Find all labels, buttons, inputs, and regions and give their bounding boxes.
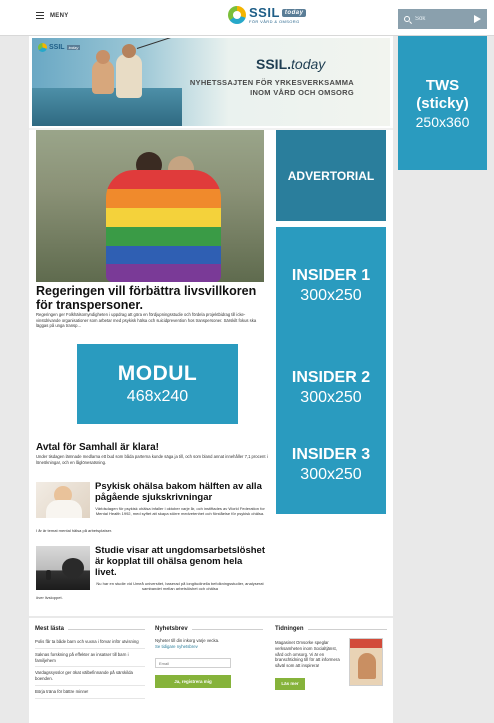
hero-person-adult	[116, 44, 142, 98]
article-4-extra: över livsloppet.	[36, 595, 63, 600]
logo-subtitle: FÖR VÅRD & OMSORG	[249, 19, 300, 24]
article-4-thumbnail[interactable]	[36, 546, 90, 590]
most-read-title: Mest lästa	[35, 626, 65, 632]
insider-1-title: INSIDER 1	[291, 266, 371, 284]
most-read-item[interactable]: Vardagssysslor ger ökat välbefinnande på…	[35, 667, 145, 686]
logo-name: SSIL	[249, 5, 280, 20]
hamburger-icon	[36, 12, 44, 20]
most-read-column: Mest lästa Polis får ta både barn och vu…	[35, 626, 145, 699]
magazine-heading: Tidningen	[275, 626, 387, 632]
article-3-extra: I år är temat mental hälsa på arbetsplat…	[36, 528, 113, 533]
most-read-item[interactable]: Saknas forskning på effekter av insatser…	[35, 649, 145, 668]
logo-ball-icon	[228, 6, 246, 24]
insider-3-size: 300x250	[300, 466, 362, 483]
main-article-headline[interactable]: Regeringen vill förbättra livsvillkoren …	[36, 284, 268, 313]
article-2-lead: Under tisdagen lämnade medlarna ett bud …	[36, 454, 268, 465]
newsletter-heading: Nyhetsbrev	[155, 626, 263, 632]
search-bar	[398, 9, 487, 29]
most-read-heading: Mest lästa	[35, 626, 145, 632]
tws-size: 250x360	[415, 113, 470, 130]
most-read-list: Polis får ta både barn och vuxna i förva…	[35, 636, 145, 699]
article-4-title[interactable]: Studie visar att ungdomsarbetslöshet är …	[95, 545, 265, 579]
insider-1-size: 300x250	[300, 286, 362, 304]
search-submit-icon[interactable]	[474, 15, 481, 23]
hero-mini-logo: SSIL today	[38, 43, 81, 52]
search-input[interactable]	[415, 16, 469, 22]
advertorial-ad[interactable]: ADVERTORIAL	[276, 130, 386, 221]
heading-rule	[307, 628, 387, 630]
newsletter-archive-link[interactable]: Se tidigare nyhetsbrev	[155, 644, 263, 649]
main-article-lead: Regeringen ger Folkhälsomyndigheten i up…	[36, 312, 257, 329]
tws-line-2: (sticky)	[416, 94, 469, 112]
article-2-title[interactable]: Avtal för Samhall är klara!	[36, 442, 268, 453]
hero-banner[interactable]: SSIL today SSIL.today NYHETSSAJTEN FÖR Y…	[32, 38, 390, 126]
menu-button[interactable]: MENY	[36, 12, 69, 20]
modul-ad-title: MODUL	[117, 362, 198, 385]
magazine-text: Magasinet Omsorke speglar verksamheten i…	[275, 640, 340, 669]
tws-sticky-ad[interactable]: TWS (sticky) 250x360	[398, 36, 487, 170]
top-bar: MENY SSIL today FÖR VÅRD & OMSORG	[0, 0, 494, 36]
magazine-read-more-button[interactable]: Läs mer	[275, 678, 305, 690]
newsletter-email-field[interactable]	[155, 658, 231, 669]
search-icon	[404, 16, 410, 22]
insider-1-ad[interactable]: INSIDER 1 300x250	[276, 227, 386, 344]
most-read-item[interactable]: Börja träna för bättre minne!	[35, 686, 145, 699]
hero-tagline: NYHETSSAJTEN FÖR YRKESVERKSAMMA INOM VÅR…	[189, 78, 354, 97]
advertorial-label: ADVERTORIAL	[287, 168, 375, 183]
newsletter-column: Nyhetsbrev Nyheter till din inkorg varje…	[155, 626, 263, 688]
tws-line-1: TWS	[425, 76, 460, 94]
article-3-thumbnail[interactable]	[36, 482, 90, 518]
article-4-lead: Nu har en studie vid Umeå universitet, b…	[96, 581, 264, 592]
rainbow-flag	[106, 170, 221, 282]
insider-3-title: INSIDER 3	[291, 446, 371, 463]
main-article-photo[interactable]	[36, 130, 264, 282]
heading-rule	[68, 628, 145, 630]
insider-2-title: INSIDER 2	[291, 369, 371, 386]
menu-label: MENY	[50, 12, 69, 19]
article-3-title[interactable]: Psykisk ohälsa bakom hälften av alla påg…	[95, 481, 265, 504]
hero-mini-logo-name: SSIL	[49, 44, 65, 51]
hero-logo-ball-icon	[38, 43, 47, 52]
footer-widgets: Mest lästa Polis får ta både barn och vu…	[29, 616, 393, 723]
hero-brand-italic: today	[291, 56, 326, 72]
insider-3-ad[interactable]: INSIDER 3 300x250	[276, 416, 386, 514]
modul-ad-size: 468x240	[126, 388, 189, 405]
site-logo[interactable]: SSIL today FÖR VÅRD & OMSORG	[228, 5, 307, 24]
most-read-item[interactable]: Polis får ta både barn och vuxna i förva…	[35, 636, 145, 649]
magazine-cover-image[interactable]	[349, 638, 383, 686]
article-3-lead: Världsdagen för psykisk ohälsa infaller …	[95, 506, 265, 517]
newsletter-register-button[interactable]: Ja, registrera mig	[155, 674, 231, 688]
modul-ad[interactable]: MODUL 468x240	[77, 344, 238, 424]
hero-brand-main: SSIL.	[256, 56, 292, 72]
logo-tag: today	[281, 8, 307, 17]
hero-mini-logo-tag: today	[66, 45, 81, 50]
insider-2-size: 300x250	[300, 389, 362, 406]
heading-rule	[191, 628, 263, 630]
magazine-column: Tidningen Magasinet Omsorke speglar verk…	[275, 626, 387, 690]
magazine-title: Tidningen	[275, 626, 304, 632]
hero-fishing-rod	[136, 38, 214, 49]
hero-brand: SSIL.today	[256, 56, 325, 72]
newsletter-title: Nyhetsbrev	[155, 626, 188, 632]
hero-person-child	[92, 50, 114, 94]
